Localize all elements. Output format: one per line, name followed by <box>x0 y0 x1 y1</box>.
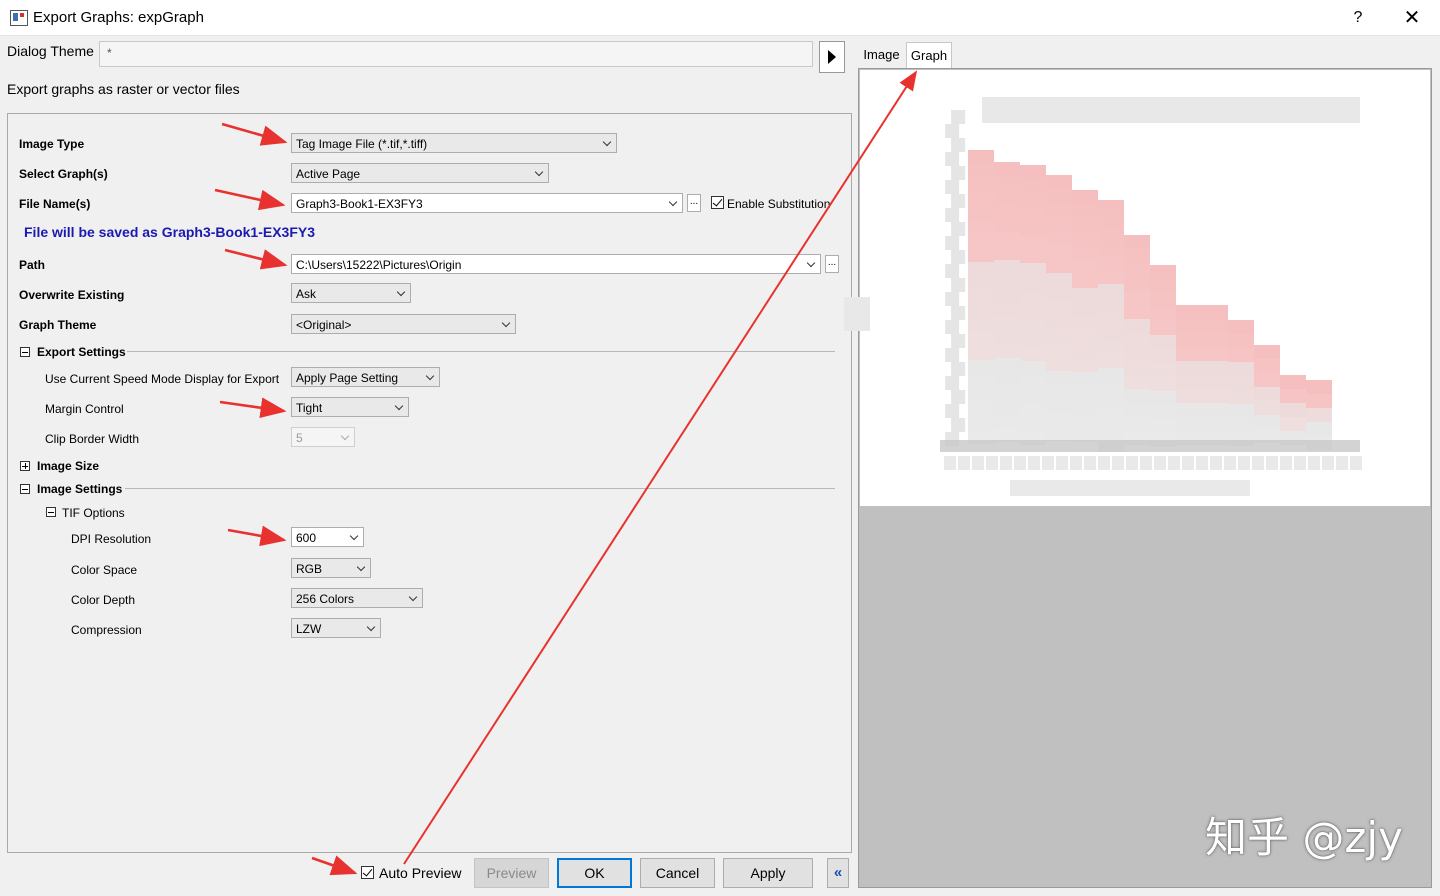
arrow-margin <box>219 397 287 419</box>
annotation-arrows <box>214 70 918 876</box>
arrow-auto-preview <box>311 855 358 876</box>
arrow-to-graph-tab <box>403 70 918 865</box>
arrow-dpi <box>227 525 287 547</box>
arrow-file-name <box>214 188 286 211</box>
arrow-image-type <box>221 122 288 146</box>
arrow-path <box>224 248 288 270</box>
